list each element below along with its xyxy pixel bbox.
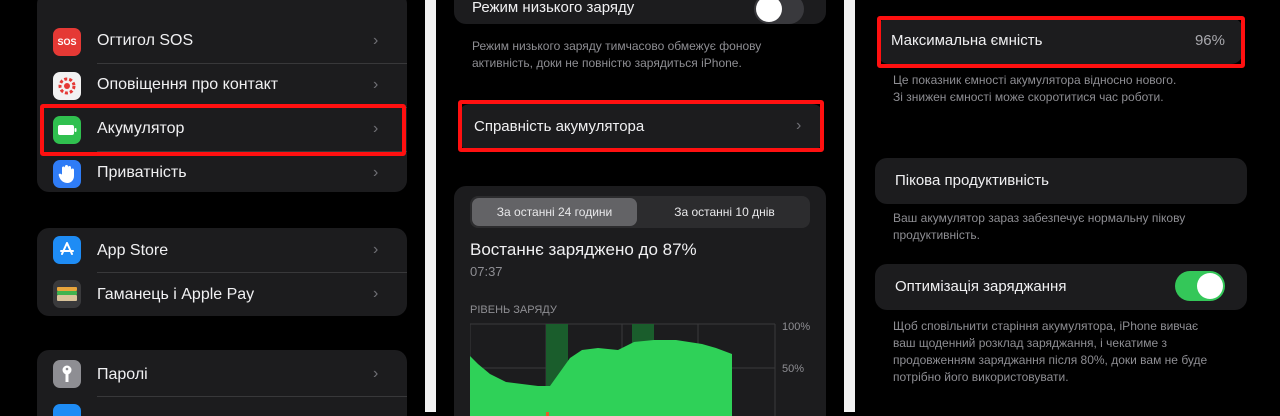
sidebar-item-wallet[interactable]: Гаманець і Apple Pay › — [37, 272, 407, 316]
sidebar-item-passwords[interactable]: Паролі › — [37, 352, 407, 396]
battery-highlight — [40, 104, 406, 156]
chevron-right-icon: › — [373, 365, 379, 382]
wallet-icon — [53, 280, 81, 308]
sidebar-item-label: Огтигол SOS — [97, 32, 194, 49]
divider — [97, 396, 407, 397]
low-power-footer: Режим низького заряду тимчасово обмежує … — [472, 39, 762, 70]
sidebar-item-privacy[interactable]: Приватність › — [37, 152, 407, 192]
optimized-charging-label: Оптимізація заряджання — [895, 278, 1067, 295]
next-item-icon — [53, 404, 81, 416]
battery-level-area — [470, 340, 732, 416]
chevron-right-icon: › — [373, 76, 379, 93]
chevron-right-icon: › — [373, 285, 379, 302]
battery-health-highlight — [458, 100, 824, 152]
peak-performance-footer: Ваш акумулятор зараз забезпечує нормальн… — [893, 211, 1186, 242]
battery-usage-card: За останні 24 години За останні 10 днів … — [454, 186, 826, 416]
sidebar-item-label: Гаманець і Apple Pay — [97, 286, 255, 303]
peak-performance-label: Пікова продуктивність — [895, 172, 1049, 189]
sidebar-item-exposure-notifications[interactable]: Оповіщення про контакт › — [37, 64, 407, 108]
sidebar-item-emergency-sos[interactable]: SOS Огтигол SOS › — [37, 20, 407, 64]
sidebar-item-label: App Store — [97, 242, 169, 259]
settings-panel: SOS Огтигол SOS › Оповіщення про контакт… — [0, 0, 425, 416]
hand-icon — [53, 160, 81, 188]
optimized-charging-toggle[interactable] — [1175, 271, 1225, 301]
sidebar-item-app-store[interactable]: App Store › — [37, 228, 407, 272]
settings-group-1: SOS Огтигол SOS › Оповіщення про контакт… — [37, 0, 407, 192]
segment-24h[interactable]: За останні 24 години — [472, 198, 637, 226]
optimized-charging-group: Оптимізація заряджання — [875, 264, 1247, 310]
sidebar-item-label: Паролі — [97, 366, 148, 383]
sidebar-item-label: Приватність — [97, 164, 187, 181]
chevron-right-icon: › — [373, 241, 379, 258]
app-store-icon — [53, 236, 81, 264]
chart-tick-label: 100% — [782, 321, 810, 333]
chart-tick-label: 50% — [782, 363, 804, 375]
sos-icon: SOS — [53, 28, 81, 56]
chart-label: РІВЕНЬ ЗАРЯДУ — [470, 304, 557, 316]
key-icon — [53, 360, 81, 388]
last-charged-time: 07:37 — [470, 264, 503, 279]
settings-group-3: Паролі › — [37, 350, 407, 416]
chevron-right-icon: › — [373, 32, 379, 49]
low-power-group: Режим низького заряду — [454, 0, 826, 24]
last-charged-text: Востаннє заряджено до 87% — [470, 240, 697, 259]
max-capacity-footer: Це показник ємності акумулятора відносно… — [893, 73, 1177, 104]
low-power-label: Режим низького заряду — [472, 0, 635, 16]
segment-10d[interactable]: За останні 10 днів — [641, 198, 808, 226]
chevron-right-icon: › — [373, 164, 379, 181]
sos-icon-text: SOS — [57, 37, 77, 47]
panel-divider — [425, 0, 436, 412]
battery-settings-panel: Режим низького заряду Режим низького зар… — [436, 0, 844, 416]
optimized-charging-footer: Щоб сповільнити старіння акумулятора, iP… — [893, 319, 1208, 384]
battery-health-panel: Максимальна ємність 96% Це показник ємно… — [855, 0, 1280, 416]
settings-group-2: App Store › Гаманець і Apple Pay › — [37, 228, 407, 316]
max-capacity-highlight — [877, 16, 1245, 68]
peak-performance-group: Пікова продуктивність — [875, 158, 1247, 204]
time-range-segmented-control: За останні 24 години За останні 10 днів — [470, 196, 810, 228]
panel-divider — [844, 0, 855, 412]
exposure-icon — [53, 72, 81, 100]
battery-level-chart: 100% 50% — [470, 321, 810, 416]
sidebar-item-label: Оповіщення про контакт — [97, 76, 279, 93]
charge-marker — [546, 412, 549, 416]
low-power-toggle[interactable] — [754, 0, 804, 24]
